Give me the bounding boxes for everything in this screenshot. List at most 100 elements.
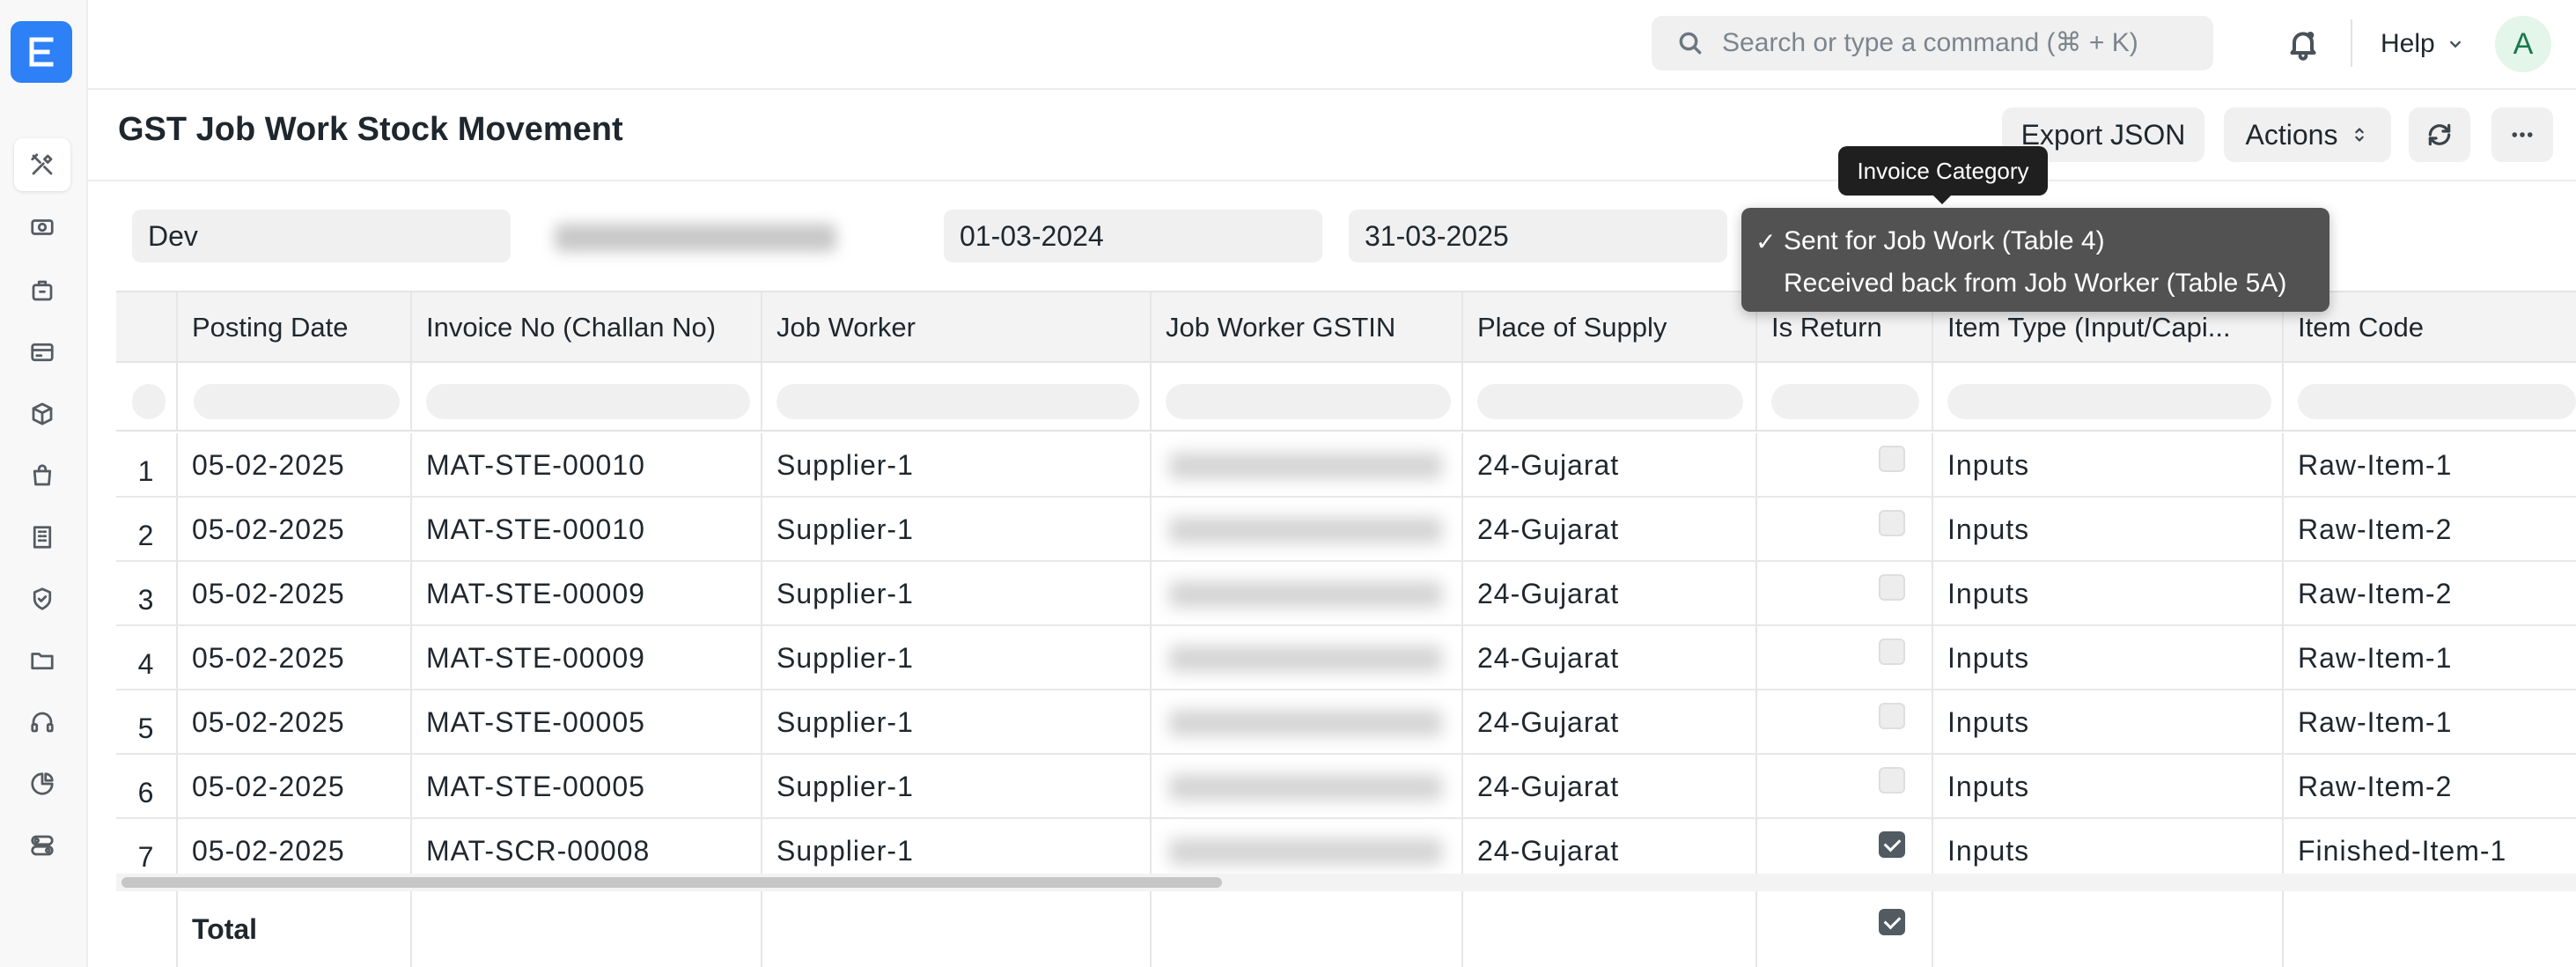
help-menu[interactable]: Help xyxy=(2381,25,2465,63)
table-row[interactable]: 4 05-02-2025 MAT-STE-00009 Supplier-1 24-Guj… xyxy=(116,626,2576,690)
column-header-invoice-no[interactable]: Invoice No (Challan No) xyxy=(412,292,762,363)
search-input[interactable] xyxy=(1722,28,2197,58)
total-cell xyxy=(412,891,762,967)
total-cell xyxy=(1463,891,1757,967)
redacted-gstin xyxy=(1169,646,1442,672)
dropdown-option-received-back[interactable]: Received back from Job Worker (Table 5A) xyxy=(1741,262,2329,305)
invoice-category-tooltip: Invoice Category xyxy=(1838,146,2048,204)
refresh-button[interactable] xyxy=(2409,107,2470,162)
filter-cell-item-type[interactable] xyxy=(1933,363,2284,430)
table-row[interactable]: 2 05-02-2025 MAT-STE-00010 Supplier-1 24-Guj… xyxy=(116,498,2576,562)
avatar[interactable]: A xyxy=(2495,16,2551,72)
dropdown-option-label: Sent for Job Work (Table 4) xyxy=(1784,226,2105,255)
place-of-supply-cell: 24-Gujarat xyxy=(1463,755,1757,818)
total-is-return-cell xyxy=(1757,891,1933,967)
actions-button[interactable]: Actions xyxy=(2224,107,2391,162)
place-of-supply-cell: 24-Gujarat xyxy=(1463,498,1757,561)
is-return-cell xyxy=(1757,755,1933,818)
invoice-no-cell: MAT-STE-00005 xyxy=(412,755,762,818)
more-horizontal-icon xyxy=(2512,132,2533,137)
shield-icon[interactable] xyxy=(14,572,70,625)
erpnext-logo-icon xyxy=(29,37,54,67)
item-code-cell: Raw-Item-2 xyxy=(2298,770,2453,802)
column-header-place-of-supply[interactable]: Place of Supply xyxy=(1463,292,1757,363)
row-index: 6 xyxy=(116,755,178,818)
gstin-cell xyxy=(1152,690,1463,754)
item-type-cell: Inputs xyxy=(1933,755,2284,818)
filter-cell-item-code[interactable] xyxy=(2284,363,2576,430)
filter-cell-job-worker[interactable] xyxy=(762,363,1152,430)
job-worker-cell: Supplier-1 xyxy=(762,626,1152,690)
export-json-label: Export JSON xyxy=(2020,118,2186,151)
column-header-index xyxy=(116,292,178,363)
filter-cell-gstin[interactable] xyxy=(1152,363,1463,430)
column-header-job-worker[interactable]: Job Worker xyxy=(762,292,1152,363)
place-of-supply-cell: 24-Gujarat xyxy=(1463,626,1757,690)
table-row[interactable]: 6 05-02-2025 MAT-STE-00005 Supplier-1 24-Guj… xyxy=(116,755,2576,819)
gstin-cell xyxy=(1152,433,1463,497)
is-return-cell xyxy=(1757,433,1933,497)
item-code-cell: Raw-Item-1 xyxy=(2298,641,2453,674)
row-index: 3 xyxy=(116,562,178,625)
item-type-cell: Inputs xyxy=(1933,562,2284,625)
navbar-divider xyxy=(2351,19,2352,67)
table-row[interactable]: 5 05-02-2025 MAT-STE-00005 Supplier-1 24-Guj… xyxy=(116,690,2576,755)
company-filter[interactable]: Dev xyxy=(132,210,511,262)
folder-icon[interactable] xyxy=(14,634,70,687)
posting-date-cell: 05-02-2025 xyxy=(178,626,412,690)
is-return-checkbox xyxy=(1879,510,1905,536)
total-cell xyxy=(1933,891,2284,967)
is-return-cell xyxy=(1757,626,1933,690)
redacted-gstin xyxy=(1169,710,1442,736)
is-return-checkbox xyxy=(1879,574,1905,601)
from-date-filter[interactable]: 01-03-2024 xyxy=(944,210,1322,262)
column-header-posting-date[interactable]: Posting Date xyxy=(178,292,412,363)
item-code-cell: Raw-Item-1 xyxy=(2298,448,2453,481)
item-code-cell: Raw-Item-2 xyxy=(2298,577,2453,609)
total-row: Total xyxy=(116,889,2576,967)
tools-icon[interactable] xyxy=(14,138,70,191)
invoice-category-dropdown[interactable]: ✓ Sent for Job Work (Table 4) Received b… xyxy=(1741,208,2329,312)
horizontal-scrollbar[interactable] xyxy=(121,877,1222,888)
notification-bell-icon[interactable] xyxy=(2285,26,2321,62)
filter-cell-is-return[interactable] xyxy=(1757,363,1933,430)
chevron-down-icon xyxy=(2449,41,2462,48)
filter-cell-posting-date[interactable] xyxy=(178,363,412,430)
table-row[interactable]: 3 05-02-2025 MAT-STE-00009 Supplier-1 24-Guj… xyxy=(116,562,2576,626)
gstin-cell xyxy=(1152,498,1463,561)
pie-chart-icon[interactable] xyxy=(14,757,70,810)
column-header-job-worker-gstin[interactable]: Job Worker GSTIN xyxy=(1152,292,1463,363)
search-icon xyxy=(1679,32,1702,55)
filter-cell-place[interactable] xyxy=(1463,363,1757,430)
briefcase-icon[interactable] xyxy=(14,264,70,317)
from-date-value: 01-03-2024 xyxy=(960,219,1104,252)
is-return-checkbox xyxy=(1879,639,1905,665)
search-bar[interactable] xyxy=(1652,16,2213,70)
is-return-checkbox xyxy=(1879,703,1905,729)
total-is-return-checkbox xyxy=(1879,909,1905,935)
shopping-bag-icon[interactable] xyxy=(14,449,70,502)
dropdown-option-sent-for-job-work[interactable]: ✓ Sent for Job Work (Table 4) xyxy=(1741,220,2329,262)
app-logo[interactable] xyxy=(11,21,72,83)
money-icon[interactable] xyxy=(14,201,70,254)
box-icon[interactable] xyxy=(14,388,70,440)
toggles-icon[interactable] xyxy=(14,819,70,872)
redacted-gstin xyxy=(1169,453,1442,479)
job-worker-cell: Supplier-1 xyxy=(762,562,1152,625)
card-icon[interactable] xyxy=(14,326,70,379)
help-label: Help xyxy=(2381,29,2435,58)
table-row[interactable]: 1 05-02-2025 MAT-STE-00010 Supplier-1 24-Guj… xyxy=(116,433,2576,498)
invoice-no-cell: MAT-STE-00009 xyxy=(412,562,762,625)
invoice-no-cell: MAT-STE-00005 xyxy=(412,690,762,754)
to-date-filter[interactable]: 31-03-2025 xyxy=(1349,210,1727,262)
total-index-cell xyxy=(116,891,178,967)
company-gstin-filter[interactable] xyxy=(537,210,916,262)
refresh-icon xyxy=(2428,123,2451,146)
headset-icon[interactable] xyxy=(14,696,70,749)
redacted-gstin xyxy=(1169,517,1442,543)
building-icon[interactable] xyxy=(14,511,70,564)
total-cell xyxy=(1152,891,1463,967)
more-menu-button[interactable] xyxy=(2491,107,2553,162)
filter-cell-invoice-no[interactable] xyxy=(412,363,762,430)
is-return-cell xyxy=(1757,690,1933,754)
